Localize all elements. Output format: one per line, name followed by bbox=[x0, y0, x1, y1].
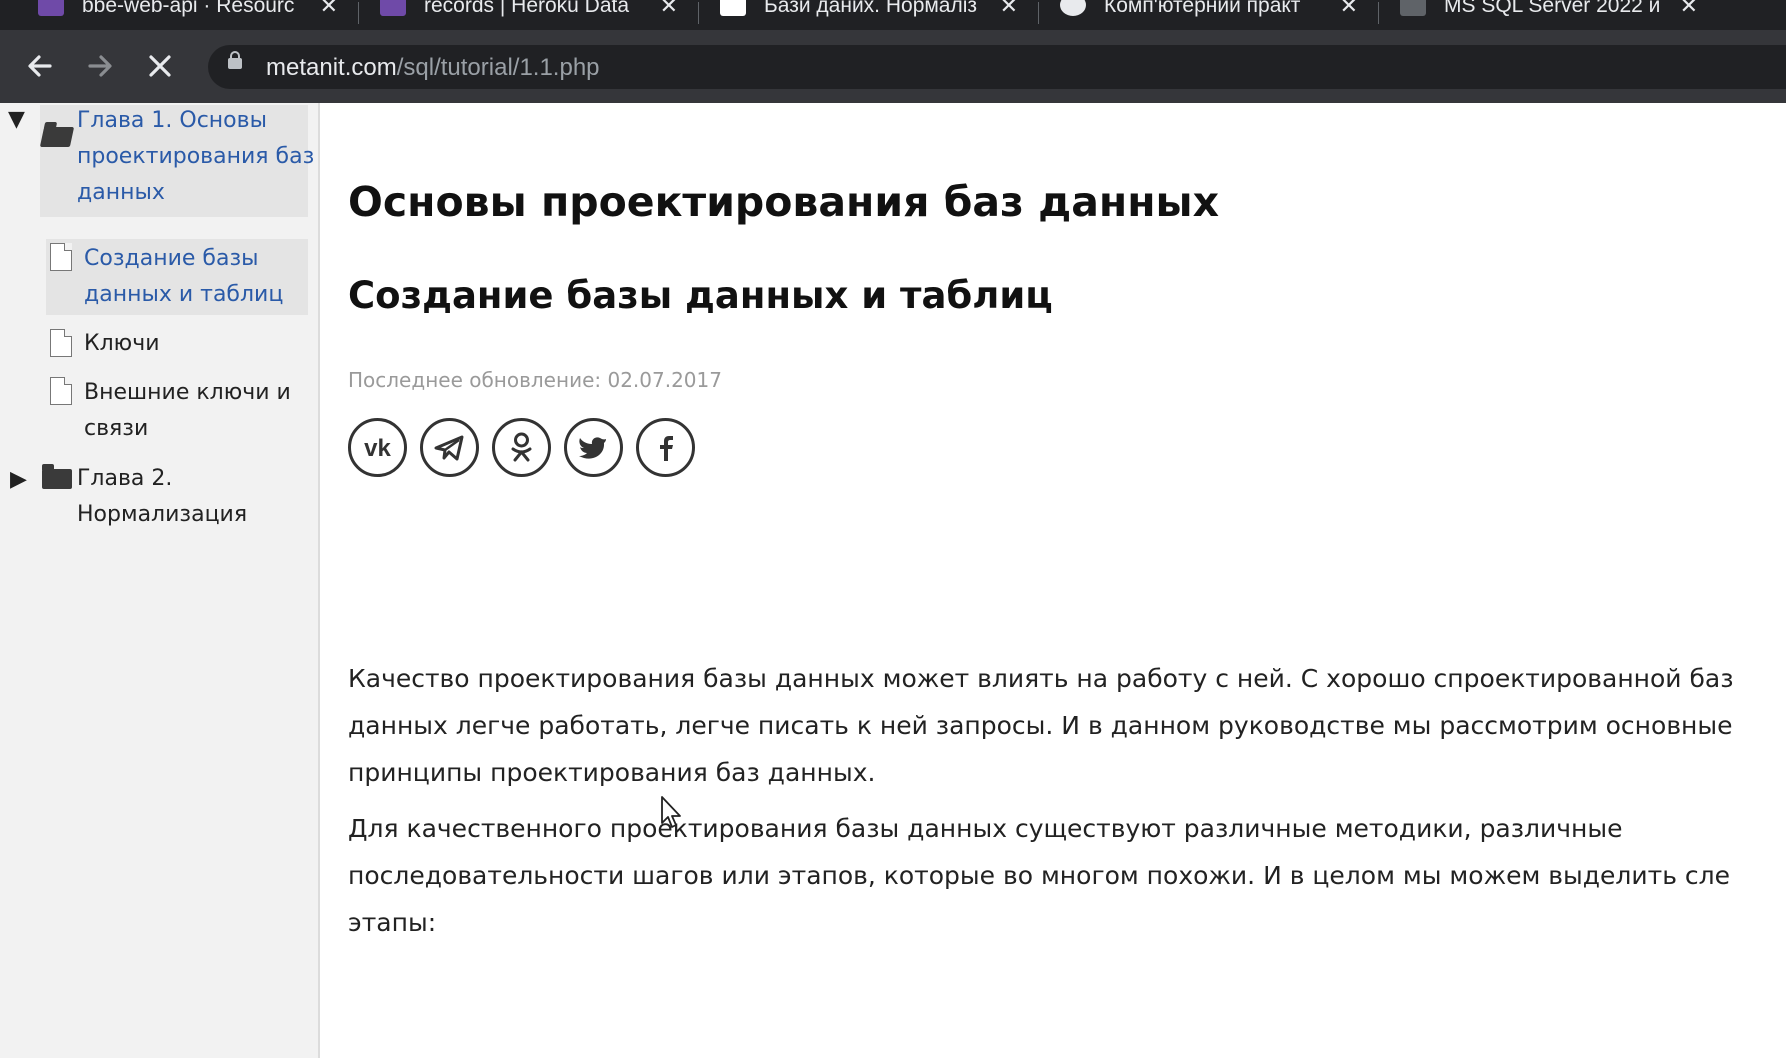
url-path: /sql/tutorial/1.1.php bbox=[396, 54, 600, 81]
tab-separator bbox=[1038, 2, 1039, 24]
sidebar-item-line: Создание базы bbox=[84, 246, 259, 271]
sidebar-item-foreign-keys[interactable]: Внешние ключи и связи bbox=[84, 375, 291, 447]
folder-icon bbox=[42, 464, 72, 489]
document-icon bbox=[50, 243, 72, 271]
intro-paragraph: Качество проектирования базы данных може… bbox=[348, 655, 1734, 796]
paragraph-line: этапы: bbox=[348, 908, 437, 937]
document-icon bbox=[50, 377, 72, 405]
paragraph-line: принципы проектирования баз данных. bbox=[348, 758, 876, 787]
close-tab-icon[interactable]: ✕ bbox=[1340, 0, 1358, 19]
close-tab-icon[interactable]: ✕ bbox=[1000, 0, 1018, 19]
tab-separator bbox=[358, 2, 359, 24]
sidebar-item-create-db[interactable]: Создание базы данных и таблиц bbox=[84, 241, 283, 313]
document-icon bbox=[50, 329, 72, 357]
browser-toolbar: metanit.com/sql/tutorial/1.1.php bbox=[0, 30, 1786, 103]
sidebar-item-line: Ключи bbox=[84, 331, 160, 356]
address-bar[interactable]: metanit.com/sql/tutorial/1.1.php bbox=[208, 45, 1786, 89]
sidebar-chapter-2[interactable]: Глава 2. Нормализация bbox=[77, 461, 247, 533]
telegram-icon bbox=[434, 435, 464, 461]
ok-share-button[interactable] bbox=[492, 418, 551, 477]
stop-loading-button[interactable] bbox=[140, 46, 180, 86]
heroku-favicon-icon bbox=[38, 0, 64, 16]
twitter-share-button[interactable] bbox=[564, 418, 623, 477]
sidebar-item-keys[interactable]: Ключи bbox=[84, 326, 160, 362]
tab-separator bbox=[1378, 2, 1379, 24]
browser-tab[interactable]: Комп'ютерний практ ✕ bbox=[1060, 0, 1358, 30]
browser-tab[interactable]: records | Heroku Data ✕ bbox=[380, 0, 678, 30]
arrow-left-icon bbox=[28, 55, 52, 77]
sidebar-item-line: связи bbox=[84, 416, 149, 441]
facebook-share-button[interactable] bbox=[636, 418, 695, 477]
odnoklassniki-icon bbox=[511, 432, 532, 462]
sidebar-chapter-1[interactable]: Глава 1. Основы проектирования баз данны… bbox=[77, 103, 314, 211]
tab-strip: bbe-web-api · Resourc ✕ records | Heroku… bbox=[0, 0, 1786, 30]
page-title: Основы проектирования баз данных bbox=[348, 178, 1220, 226]
facebook-icon bbox=[660, 436, 673, 461]
telegram-share-button[interactable] bbox=[420, 418, 479, 477]
sidebar-item-line: данных и таблиц bbox=[84, 282, 284, 307]
folder-open-icon bbox=[39, 127, 75, 147]
tab-title: MS SQL Server 2022 и bbox=[1444, 0, 1661, 17]
site-favicon-icon bbox=[720, 0, 746, 16]
sidebar-chapter-line: Глава 1. Основы bbox=[77, 108, 267, 133]
tab-separator bbox=[698, 2, 699, 24]
paragraph-line: данных легче работать, легче писать к не… bbox=[348, 711, 1733, 740]
document-favicon-icon bbox=[1400, 0, 1426, 16]
close-tab-icon[interactable]: ✕ bbox=[1680, 0, 1698, 19]
sidebar-chapter-line: Глава 2. bbox=[77, 466, 173, 491]
close-icon bbox=[149, 55, 171, 77]
browser-tab[interactable]: bbe-web-api · Resourc ✕ bbox=[38, 0, 338, 30]
url-text[interactable]: metanit.com/sql/tutorial/1.1.php bbox=[266, 54, 600, 82]
close-tab-icon[interactable]: ✕ bbox=[320, 0, 338, 19]
sidebar-toc: ▼ Глава 1. Основы проектирования баз дан… bbox=[0, 103, 320, 1058]
vk-share-button[interactable]: vk bbox=[348, 418, 407, 477]
close-tab-icon[interactable]: ✕ bbox=[660, 0, 678, 19]
main-content: Основы проектирования баз данных Создани… bbox=[320, 103, 1786, 1058]
paragraph-line: последовательности шагов или этапов, кот… bbox=[348, 861, 1731, 890]
chevron-down-icon[interactable]: ▼ bbox=[8, 107, 25, 132]
paragraph-line: Качество проектирования базы данных може… bbox=[348, 664, 1734, 693]
lock-icon[interactable] bbox=[228, 51, 242, 69]
sidebar-chapter-line: данных bbox=[77, 180, 165, 205]
browser-tab[interactable]: Бази даних. Нормаліз ✕ bbox=[720, 0, 1018, 30]
sidebar-chapter-line: Нормализация bbox=[77, 502, 248, 527]
url-host: metanit.com bbox=[266, 54, 397, 81]
forward-button[interactable] bbox=[80, 46, 120, 86]
last-updated: Последнее обновление: 02.07.2017 bbox=[348, 368, 722, 392]
twitter-icon bbox=[579, 437, 606, 459]
arrow-right-icon bbox=[88, 55, 112, 77]
browser-tab[interactable]: MS SQL Server 2022 и ✕ bbox=[1400, 0, 1698, 30]
methods-paragraph: Для качественного проектирования базы да… bbox=[348, 805, 1730, 946]
back-button[interactable] bbox=[20, 46, 60, 86]
tab-title: Бази даних. Нормаліз bbox=[764, 0, 978, 17]
tab-title: records | Heroku Data bbox=[424, 0, 630, 17]
tab-title: Комп'ютерний практ bbox=[1104, 0, 1301, 17]
section-title: Создание базы данных и таблиц bbox=[348, 274, 1053, 317]
sidebar-item-line: Внешние ключи и bbox=[84, 380, 291, 405]
tab-title: bbe-web-api · Resourc bbox=[82, 0, 295, 17]
svg-text:vk: vk bbox=[364, 435, 391, 462]
sidebar-chapter-line: проектирования баз bbox=[77, 144, 315, 169]
globe-favicon-icon bbox=[1060, 0, 1086, 16]
vk-icon: vk bbox=[364, 435, 391, 462]
paragraph-line: Для качественного проектирования базы да… bbox=[348, 814, 1623, 843]
mouse-cursor-icon bbox=[661, 796, 681, 828]
chevron-right-icon[interactable]: ▶ bbox=[10, 467, 27, 492]
heroku-favicon-icon bbox=[380, 0, 406, 16]
